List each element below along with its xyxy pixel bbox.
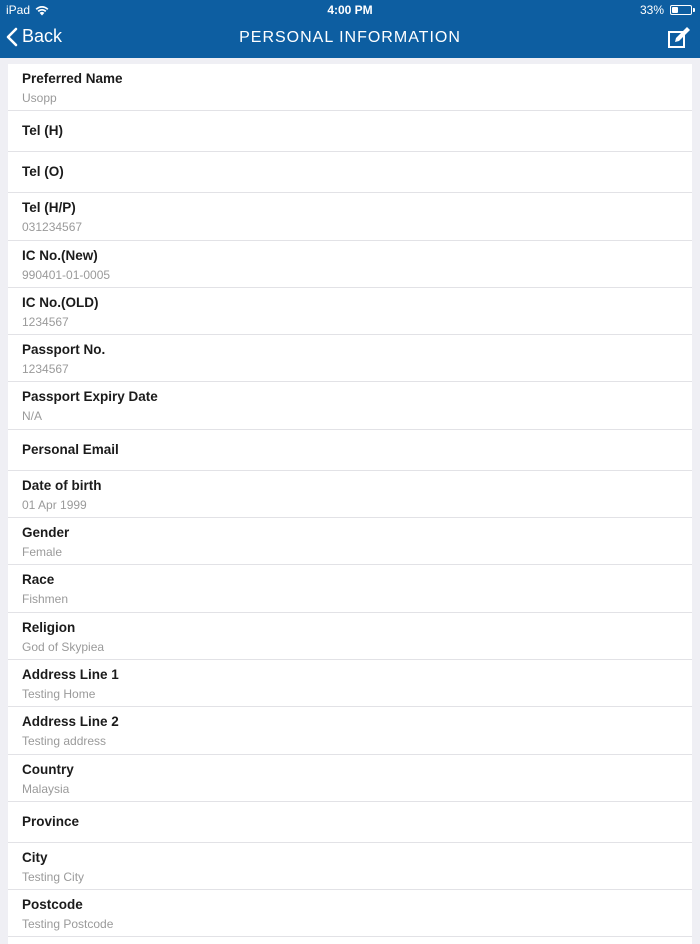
field-personal-email: Personal Email — [8, 430, 692, 471]
personal-info-list: Preferred Name Usopp Tel (H) Tel (O) Tel… — [8, 64, 692, 944]
field-value: Testing Postcode — [22, 917, 114, 932]
field-address-line-2: Address Line 2 Testing address — [8, 707, 692, 755]
field-tel-home: Tel (H) — [8, 111, 692, 153]
field-province: Province — [8, 802, 692, 843]
field-tel-mobile: Tel (H/P) 031234567 — [8, 193, 692, 241]
field-city: City Testing City — [8, 843, 692, 891]
field-passport-expiry: Passport Expiry Date N/A — [8, 382, 692, 430]
field-value: N/A — [22, 409, 43, 424]
field-label: IC No.(OLD) — [22, 294, 99, 310]
field-label: Address Line 1 — [22, 666, 119, 682]
edit-icon — [668, 27, 690, 48]
field-value: Testing City — [22, 869, 85, 884]
field-value: 01 Apr 1999 — [22, 497, 87, 512]
field-value: 031234567 — [22, 220, 83, 235]
field-label: Race — [22, 572, 55, 588]
field-label: Country — [22, 761, 74, 777]
field-value: Malaysia — [22, 781, 70, 796]
field-label: Gender — [22, 525, 70, 541]
field-ic-new: IC No.(New) 990401-01-0005 — [8, 241, 692, 288]
field-address-line-1: Address Line 1 Testing Home — [8, 660, 692, 708]
field-preferred-name: Preferred Name Usopp — [8, 64, 692, 112]
field-label: Personal Email — [22, 441, 119, 457]
field-date-of-birth: Date of birth 01 Apr 1999 — [8, 471, 692, 519]
battery-percent: 33% — [639, 3, 664, 17]
field-label: City — [22, 849, 48, 865]
nav-bar: Back PERSONAL INFORMATION — [0, 20, 700, 58]
battery-level — [672, 7, 678, 13]
field-label: Passport Expiry Date — [22, 389, 158, 405]
app-header: iPad 4:00 PM 33% Back PERSONAL INFORMATI… — [0, 0, 700, 58]
field-label: Postcode — [22, 897, 83, 913]
field-religion: Religion God of Skypiea — [8, 613, 692, 660]
field-label: Preferred Name — [22, 71, 123, 86]
status-time: 4:00 PM — [327, 3, 373, 17]
status-right: 33% — [639, 3, 695, 17]
field-value: Female — [22, 545, 63, 560]
field-value: 1234567 — [22, 314, 69, 329]
field-value: God of Skypiea — [22, 639, 105, 654]
field-label: Religion — [22, 619, 76, 635]
page-title: PERSONAL INFORMATION — [239, 29, 461, 46]
field-label: Province — [22, 813, 80, 829]
field-ic-old: IC No.(OLD) 1234567 — [8, 288, 692, 336]
field-value: Fishmen — [22, 592, 69, 607]
field-value: Usopp — [22, 91, 57, 105]
field-label: Tel (H) — [22, 123, 63, 139]
field-tel-office: Tel (O) — [8, 152, 692, 194]
field-race: Race Fishmen — [8, 565, 692, 613]
edit-button[interactable] — [666, 25, 692, 51]
field-label: Passport No. — [22, 342, 106, 358]
field-postcode: Postcode Testing Postcode — [8, 890, 692, 938]
status-bar: iPad 4:00 PM 33% — [0, 0, 700, 20]
field-value: Testing Home — [22, 686, 96, 701]
field-label: Tel (H/P) — [22, 200, 76, 216]
field-value: 990401-01-0005 — [22, 267, 111, 282]
battery-icon — [670, 5, 695, 15]
field-value: 1234567 — [22, 362, 69, 377]
field-passport-no: Passport No. 1234567 — [8, 335, 692, 383]
field-label: IC No.(New) — [22, 247, 98, 263]
field-country: Country Malaysia — [8, 755, 692, 802]
field-gender: Gender Female — [8, 518, 692, 566]
field-value: Testing address — [22, 734, 107, 749]
field-label: Date of birth — [22, 477, 102, 493]
field-label: Tel (O) — [22, 164, 64, 180]
field-label: Address Line 2 — [22, 714, 119, 730]
